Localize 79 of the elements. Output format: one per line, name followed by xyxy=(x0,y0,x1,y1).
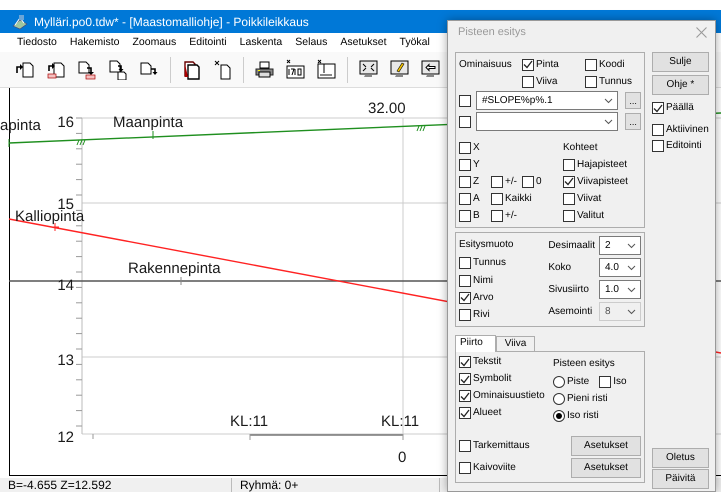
checkbox[interactable]: Koodi xyxy=(585,58,641,70)
menu-item[interactable]: Selaus xyxy=(295,34,328,50)
checkbox[interactable]: Valitut xyxy=(563,210,641,222)
button[interactable]: Oletus xyxy=(652,448,709,468)
tab[interactable]: Piirto xyxy=(455,335,496,352)
button[interactable]: ... xyxy=(625,92,641,109)
checkbox[interactable]: Nimi xyxy=(459,274,514,286)
menu-item[interactable]: Tiedosto xyxy=(17,34,57,50)
checkbox[interactable]: Viiva xyxy=(522,76,585,88)
checkbox[interactable]: Tunnus xyxy=(585,76,641,88)
button[interactable]: ... xyxy=(625,113,641,130)
axis-label: 16 xyxy=(57,114,74,131)
checkbox[interactable]: Ominaisuustieto xyxy=(459,390,553,402)
dropdown[interactable]: 2 xyxy=(599,236,641,255)
checkbox[interactable]: Z xyxy=(459,176,491,188)
checkbox[interactable]: Tekstit xyxy=(459,356,553,368)
checkbox[interactable]: Kaivoviite xyxy=(459,462,516,474)
checkbox[interactable]: Viivapisteet xyxy=(563,176,641,188)
radio-button[interactable]: Iso risti xyxy=(553,410,627,422)
checkbox[interactable]: Kaikki xyxy=(491,192,563,204)
field-label: Asemointi xyxy=(548,305,592,319)
button[interactable]: Asetukset xyxy=(571,458,641,478)
button[interactable]: Asetukset xyxy=(571,436,641,456)
menu-item[interactable]: Laskenta xyxy=(240,34,282,50)
radio-button[interactable]: Piste xyxy=(553,376,590,388)
section-heading: Esitysmuoto xyxy=(459,238,514,252)
field-label: Desimaalit xyxy=(548,239,595,253)
field-label: Sivusiirto xyxy=(548,283,589,297)
field-label: Ominaisuus xyxy=(459,58,513,72)
checkbox[interactable]: Tunnus xyxy=(459,257,514,270)
station-label: 32.00 xyxy=(368,100,406,117)
dropdown[interactable]: #SLOPE%p%.1 xyxy=(476,91,618,110)
checkbox[interactable]: Editointi xyxy=(652,140,709,152)
checkbox[interactable]: Rivi xyxy=(459,309,514,321)
surface-label: Kalliopinta xyxy=(15,208,84,225)
checkbox[interactable]: Arvo xyxy=(459,292,514,304)
checkbox[interactable]: Pinta xyxy=(522,58,585,70)
checkbox[interactable]: +/- xyxy=(491,176,522,188)
checkbox[interactable]: 0 xyxy=(522,176,563,188)
point-label: KL:11 xyxy=(381,413,420,430)
menu-item[interactable]: Editointi xyxy=(189,34,227,50)
axis-label: 12 xyxy=(57,429,74,446)
status-text: B=-4.655 Z=12.592 xyxy=(0,478,232,492)
checkbox[interactable]: +/- xyxy=(491,210,563,222)
axis-label: 13 xyxy=(57,352,74,369)
status-text: Ryhmä: 0+ xyxy=(232,478,440,492)
point-label: KL:11 xyxy=(230,413,268,430)
checkbox[interactable]: A xyxy=(459,192,491,204)
section-heading: Kohteet xyxy=(563,141,598,155)
field-label: Koko xyxy=(548,261,572,275)
menu-item[interactable]: Hakemisto xyxy=(70,34,120,50)
checkbox[interactable]: Tarkemittaus xyxy=(459,440,530,452)
checkbox[interactable]: Iso xyxy=(599,376,627,388)
radio-button[interactable]: Pieni risti xyxy=(553,393,627,405)
dialog-title: Pisteen esitys xyxy=(458,25,526,40)
button[interactable]: Sulje xyxy=(652,52,709,72)
surface-label: Maanpinta xyxy=(113,114,184,131)
checkbox[interactable]: Aktiivinen xyxy=(652,124,709,136)
checkbox[interactable]: Päällä xyxy=(652,102,709,114)
dropdown[interactable]: 4.0 xyxy=(599,258,641,277)
checkbox[interactable]: Hajapisteet xyxy=(563,158,641,170)
checkbox[interactable]: X xyxy=(459,142,491,154)
menu-item[interactable]: Työkal xyxy=(399,34,430,50)
surface-label: Rakennepinta xyxy=(128,260,221,277)
menu-item[interactable]: Zoomaus xyxy=(132,34,176,50)
window-title: Mylläri.po0.tdw* - [Maastomalliohje] - Poikkileikkaus xyxy=(34,14,309,30)
tab[interactable]: Viiva xyxy=(496,336,536,351)
checkbox[interactable]: Symbolit xyxy=(459,373,553,385)
checkbox[interactable]: B xyxy=(459,210,491,222)
axis-label: 14 xyxy=(57,277,74,294)
checkbox[interactable]: Viivat xyxy=(563,192,641,204)
button[interactable]: Päivitä xyxy=(652,469,709,489)
section-heading: Pisteen esitys xyxy=(553,357,616,371)
checkbox[interactable]: Y xyxy=(459,158,491,170)
button[interactable]: Ohje * xyxy=(652,75,709,95)
axis-label: 0 xyxy=(398,449,406,466)
checkbox[interactable]: Alueet xyxy=(459,407,553,419)
menu-item[interactable]: Asetukset xyxy=(340,34,386,50)
dropdown[interactable]: 1.0 xyxy=(599,280,641,299)
